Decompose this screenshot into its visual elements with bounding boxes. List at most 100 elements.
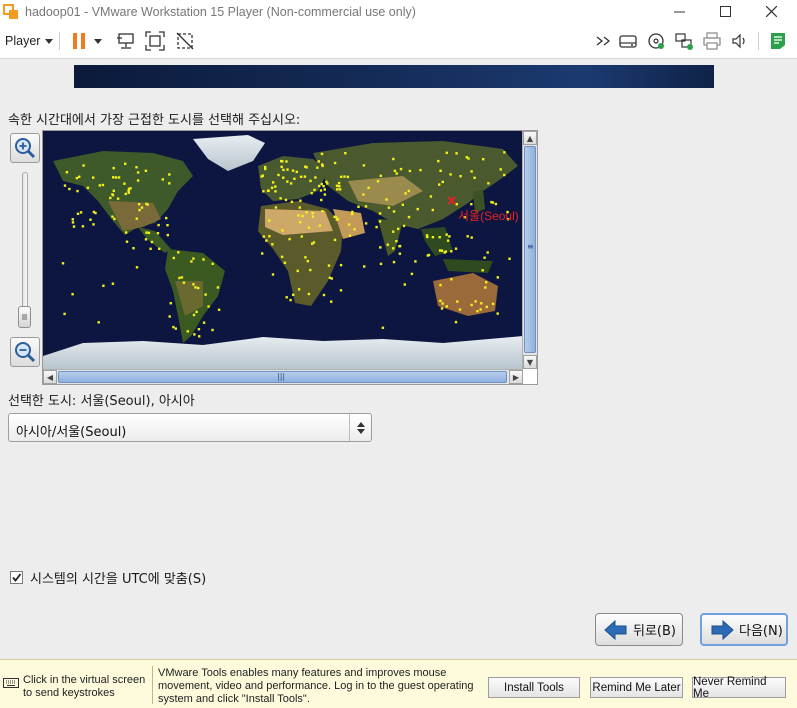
city-dot[interactable] [168,182,171,185]
city-dot[interactable] [450,278,453,281]
city-dot[interactable] [455,152,458,155]
city-dot[interactable] [306,259,309,263]
city-dot[interactable] [392,210,396,213]
cd-dvd-button[interactable] [646,31,666,51]
city-dot[interactable] [304,256,307,259]
city-dot[interactable] [307,226,311,229]
city-dot[interactable] [458,308,462,311]
city-dot[interactable] [277,173,280,177]
city-dot[interactable] [454,247,458,250]
city-dot[interactable] [321,210,324,213]
city-dot[interactable] [284,198,288,202]
city-dot[interactable] [71,218,74,221]
city-dot[interactable] [485,305,488,309]
city-dot[interactable] [309,268,312,272]
city-dot[interactable] [441,180,444,184]
city-dot[interactable] [290,200,294,203]
city-dot[interactable] [321,164,324,168]
city-dot[interactable] [333,238,337,242]
city-dot[interactable] [378,212,382,215]
scroll-left-button[interactable]: ◀ [43,370,57,384]
city-dot[interactable] [204,293,207,296]
city-dot[interactable] [322,293,326,297]
city-dot[interactable] [298,206,301,209]
city-dot[interactable] [305,166,308,169]
city-dot[interactable] [192,313,196,317]
city-dot[interactable] [335,218,339,221]
city-dot[interactable] [172,325,175,329]
city-dot[interactable] [363,265,366,268]
city-dot[interactable] [376,180,380,183]
city-dot[interactable] [446,239,450,242]
city-dot[interactable] [149,247,152,250]
city-dot[interactable] [487,182,490,185]
zoom-slider-track[interactable] [22,172,28,328]
city-dot[interactable] [398,252,402,255]
city-dot[interactable] [414,260,417,263]
city-dot[interactable] [113,217,116,221]
city-dot[interactable] [194,286,197,289]
map-vertical-scroll-thumb[interactable]: ≡ [524,146,536,353]
city-dot[interactable] [192,283,195,286]
city-dot[interactable] [129,187,132,190]
city-dot[interactable] [280,255,284,258]
city-dot[interactable] [82,164,85,167]
city-dot[interactable] [312,241,316,244]
city-dot[interactable] [378,220,382,223]
city-dot[interactable] [150,240,154,244]
city-dot[interactable] [319,189,323,192]
city-dot[interactable] [217,308,221,311]
city-dot[interactable] [281,229,284,232]
city-dot[interactable] [286,180,289,183]
city-dot[interactable] [496,276,499,279]
city-dot[interactable] [386,243,389,246]
city-dot[interactable] [416,207,419,211]
city-dot[interactable] [295,170,298,174]
city-dot[interactable] [470,170,473,173]
city-dot[interactable] [438,236,441,239]
player-menu-button[interactable]: Player [5,34,54,48]
city-dot[interactable] [282,176,285,179]
city-dot[interactable] [298,220,302,224]
city-dot[interactable] [439,283,442,287]
city-dot[interactable] [439,169,442,172]
city-dot[interactable] [124,192,127,196]
city-dot[interactable] [296,269,299,273]
city-dot[interactable] [339,289,343,292]
city-dot[interactable] [78,175,81,178]
city-dot[interactable] [265,239,268,242]
city-dot[interactable] [459,175,462,178]
city-dot[interactable] [180,276,184,279]
city-dot[interactable] [301,214,304,218]
city-dot[interactable] [97,321,100,324]
city-dot[interactable] [317,160,320,163]
city-dot[interactable] [419,168,422,172]
city-dot[interactable] [323,188,326,191]
city-dot[interactable] [496,312,499,315]
city-dot[interactable] [443,251,446,254]
city-dot[interactable] [289,298,292,302]
virtual-machine-screen[interactable]: 속한 시간대에서 가장 근접한 도시를 선택해 주십시오: 서울(Seoul) … [0,60,797,658]
city-dot[interactable] [408,169,412,173]
city-dot[interactable] [399,167,403,171]
city-dot[interactable] [311,215,315,218]
city-dot[interactable] [404,192,407,195]
city-dot[interactable] [138,208,141,212]
city-dot[interactable] [503,173,506,177]
city-dot[interactable] [449,173,452,176]
city-dot[interactable] [156,232,160,235]
city-dot[interactable] [285,160,288,163]
city-dot[interactable] [272,181,275,184]
city-dot[interactable] [109,196,112,200]
city-dot[interactable] [486,251,489,254]
city-dot[interactable] [211,328,214,332]
city-dot[interactable] [177,251,180,254]
city-dot[interactable] [197,328,201,331]
city-dot[interactable] [392,157,395,161]
city-dot[interactable] [402,224,406,228]
city-dot[interactable] [445,305,448,308]
city-dot[interactable] [333,161,337,165]
city-dot[interactable] [508,257,511,260]
remind-me-later-button[interactable]: Remind Me Later [590,677,683,698]
city-dot[interactable] [172,256,175,260]
